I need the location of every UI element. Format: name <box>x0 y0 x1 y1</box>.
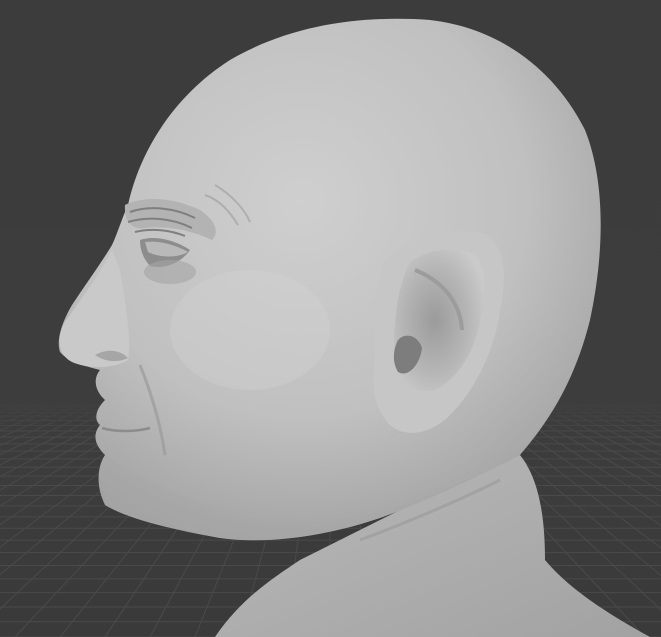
under-eye-bag <box>144 260 196 284</box>
sculpt-mesh-icon[interactable] <box>58 18 650 637</box>
cheek-highlight <box>170 270 330 390</box>
viewport-canvas[interactable] <box>0 0 661 637</box>
3d-viewport[interactable] <box>0 0 661 637</box>
